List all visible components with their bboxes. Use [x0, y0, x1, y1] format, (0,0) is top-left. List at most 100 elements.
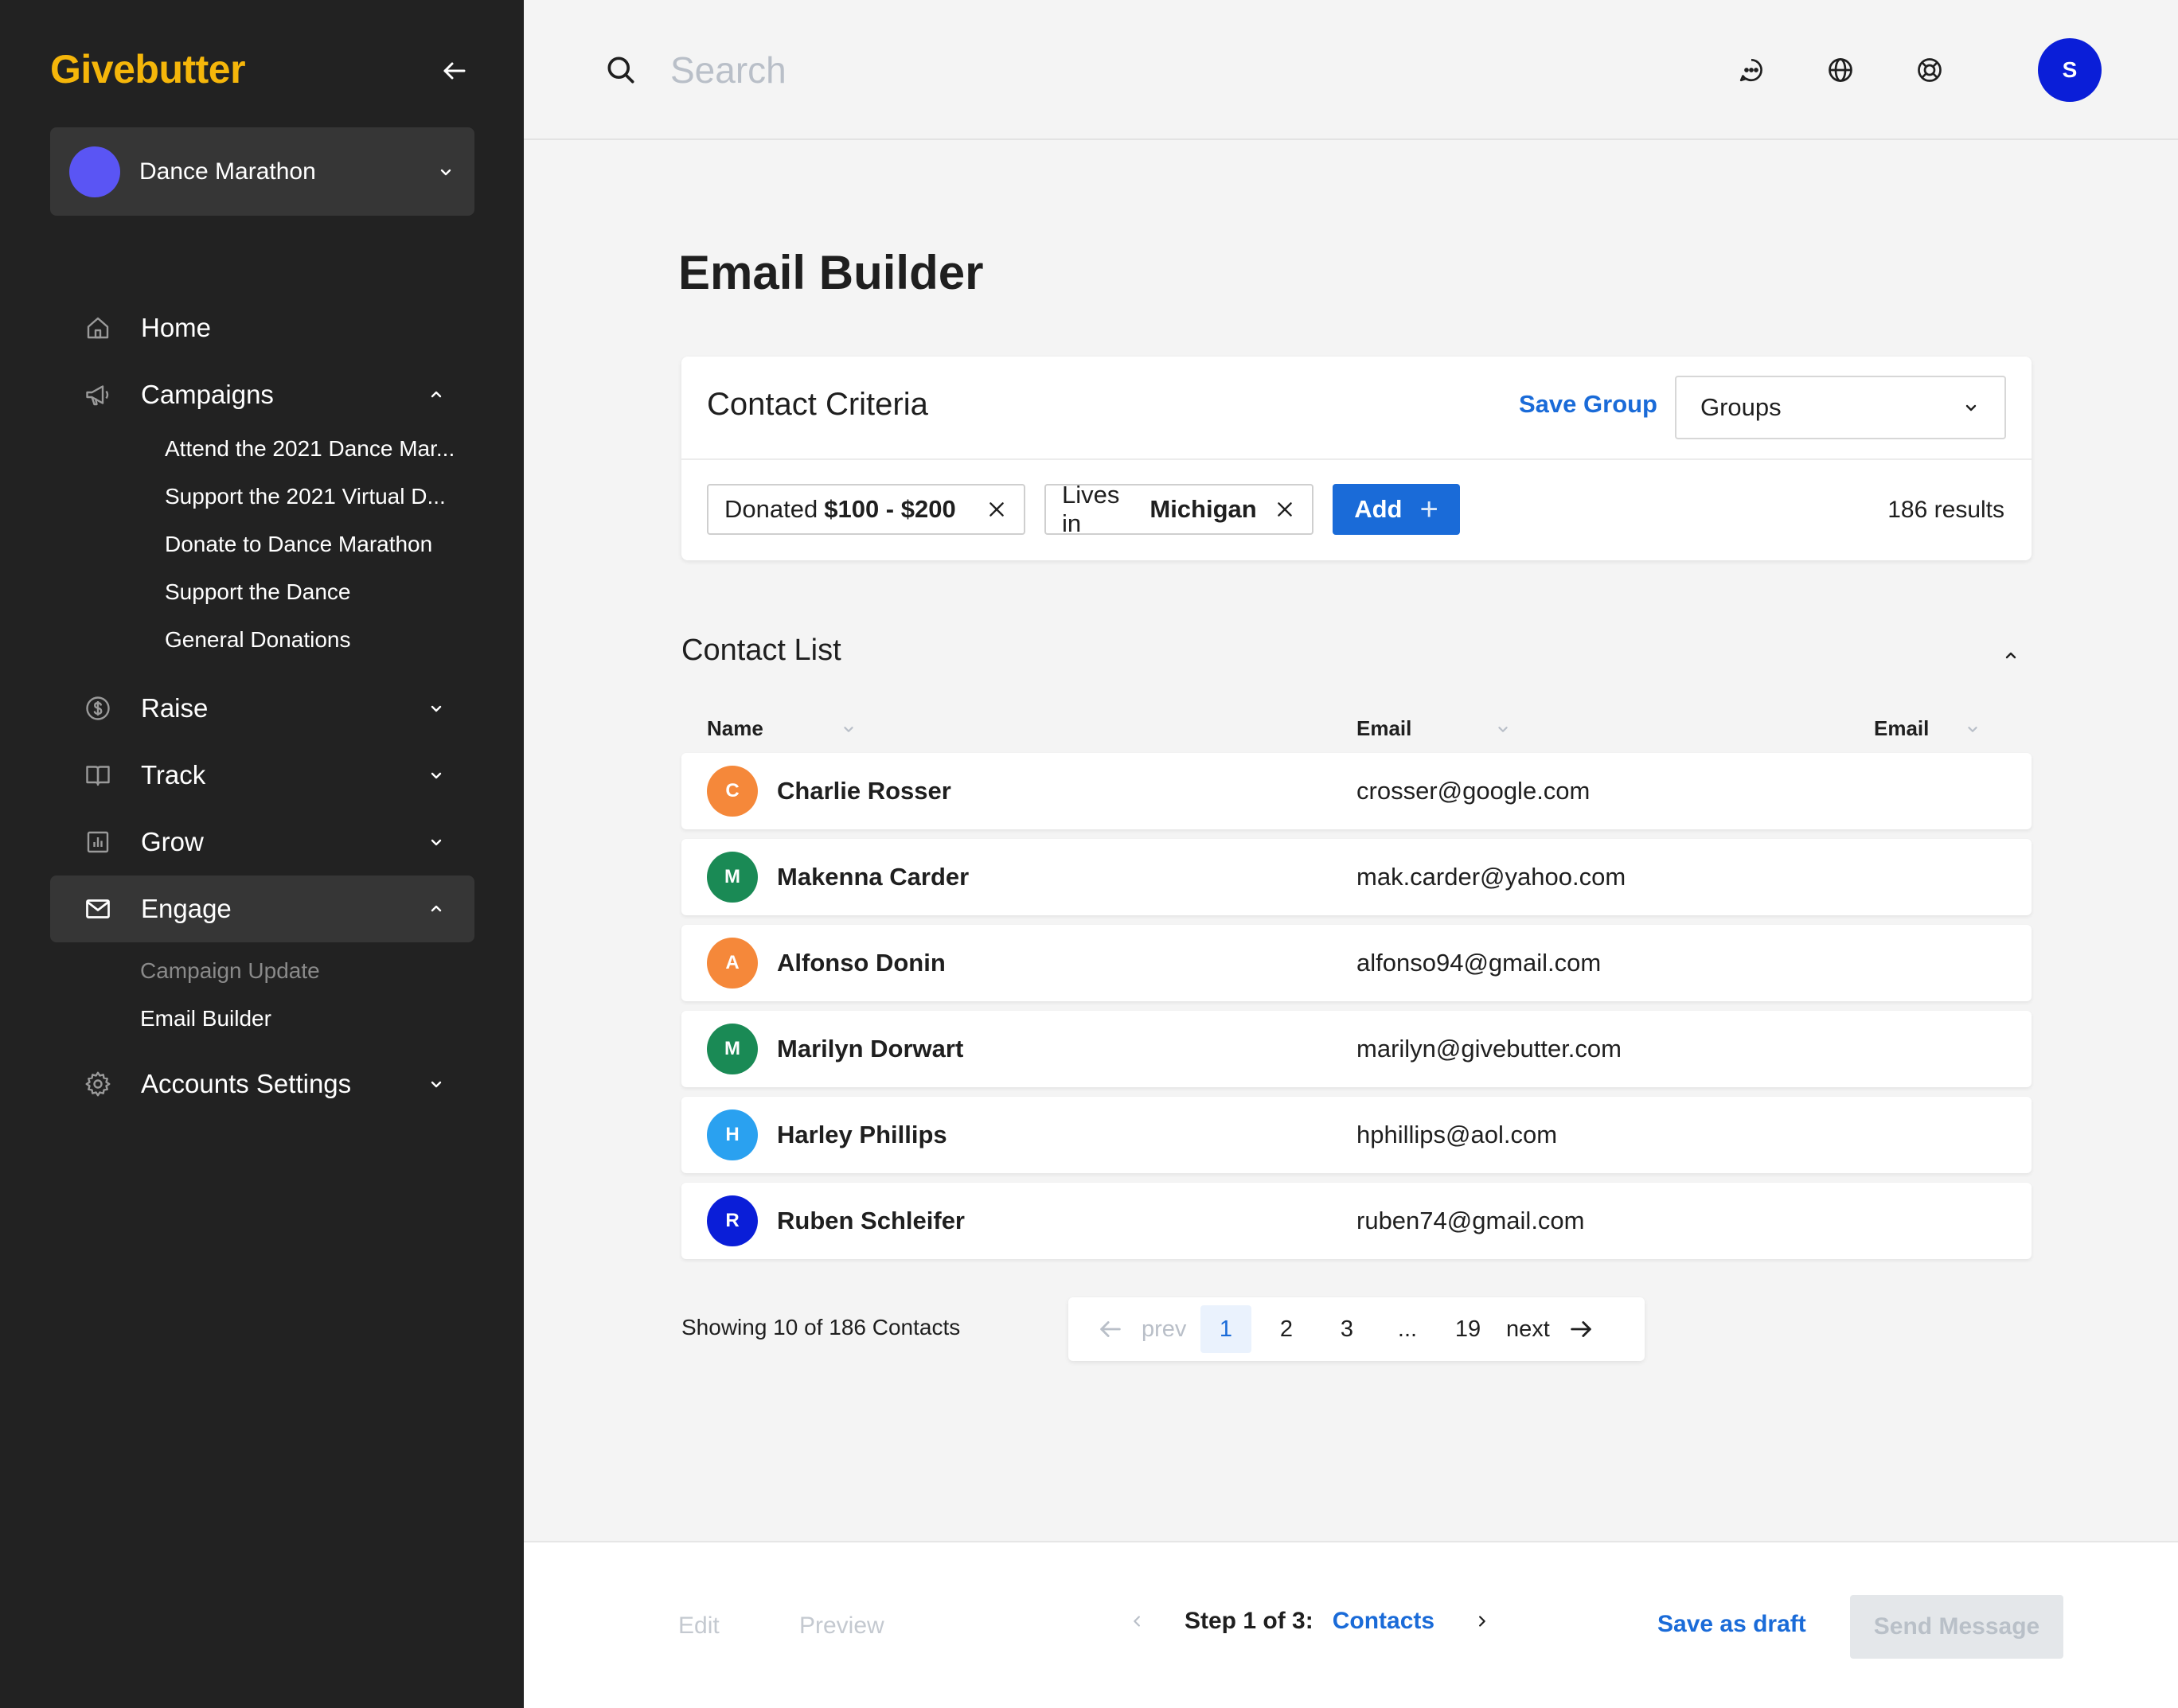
groups-select-value: Groups [1700, 393, 1782, 421]
save-as-draft-button[interactable]: Save as draft [1657, 1611, 1806, 1638]
column-header-name[interactable]: Name [707, 716, 857, 741]
contact-email: alfonso94@gmail.com [1356, 949, 1602, 977]
top-bar: S [524, 0, 2178, 140]
sidebar-item-label: Accounts Settings [141, 1069, 352, 1098]
organization-select[interactable]: Dance Marathon [50, 127, 474, 216]
contact-avatar: C [707, 766, 758, 817]
chevron-down-icon [431, 705, 442, 712]
arrow-left-icon [443, 62, 466, 80]
sidebar-item-track[interactable]: Track [50, 742, 474, 809]
help-icon[interactable] [1912, 53, 1947, 88]
contact-name: Harley Phillips [777, 1121, 947, 1148]
contact-email: mak.carder@yahoo.com [1356, 863, 1626, 891]
next-step-button[interactable] [1470, 1609, 1493, 1633]
plus-icon: + [1419, 491, 1438, 527]
results-count: 186 results [1887, 497, 2004, 523]
column-header-email-2[interactable]: Email [1874, 716, 1981, 741]
add-criteria-button[interactable]: Add + [1333, 484, 1460, 535]
page-3-button[interactable]: 3 [1321, 1305, 1372, 1353]
globe-icon[interactable] [1823, 53, 1858, 88]
page-19-button[interactable]: 19 [1442, 1305, 1493, 1353]
search-input[interactable] [670, 40, 1387, 100]
table-row[interactable]: C Charlie Rosser crosser@google.com [681, 753, 2032, 829]
groups-select[interactable]: Groups [1675, 376, 2006, 439]
chevron-left-icon [1134, 1616, 1140, 1627]
footer-bar: Edit Preview Step 1 of 3: Contacts Save … [524, 1541, 2178, 1708]
edit-link[interactable]: Edit [678, 1612, 720, 1640]
chevron-down-icon [440, 169, 451, 175]
sidebar-item-label: Engage [141, 894, 232, 923]
mail-icon [82, 893, 114, 925]
subnav-item-email-builder[interactable]: Email Builder [140, 995, 474, 1043]
criteria-chip-donated: Donated $100 - $200 [707, 484, 1025, 535]
contact-avatar: M [707, 852, 758, 903]
bar-chart-icon [82, 826, 114, 858]
chip-value: Michigan [1150, 495, 1257, 523]
contact-email: ruben74@gmail.com [1356, 1207, 1585, 1234]
sidebar-item-home[interactable]: Home [50, 294, 474, 361]
org-name: Dance Marathon [139, 158, 316, 185]
sidebar-item-engage[interactable]: Engage [50, 875, 474, 942]
table-row[interactable]: R Ruben Schleifer ruben74@gmail.com [681, 1183, 2032, 1259]
sidebar-item-label: Campaigns [141, 380, 274, 409]
campaign-item[interactable]: Support the Dance [165, 568, 474, 616]
contact-avatar: A [707, 938, 758, 989]
sidebar-item-raise[interactable]: Raise [50, 675, 474, 742]
campaign-item[interactable]: General Donations [165, 616, 474, 664]
remove-chip-button[interactable] [1274, 498, 1296, 521]
remove-chip-button[interactable] [986, 498, 1008, 521]
campaign-item[interactable]: Attend the 2021 Dance Mar... [165, 425, 474, 473]
sidebar-item-campaigns[interactable]: Campaigns [50, 361, 474, 428]
next-page-button[interactable]: next [1506, 1305, 1594, 1353]
collapse-sidebar-button[interactable] [436, 53, 473, 89]
contact-avatar: H [707, 1109, 758, 1160]
column-header-email[interactable]: Email [1356, 716, 1512, 741]
prev-step-button[interactable] [1126, 1609, 1150, 1633]
megaphone-icon [82, 379, 114, 411]
campaign-item[interactable]: Support the 2021 Virtual D... [165, 473, 474, 521]
table-row[interactable]: M Makenna Carder mak.carder@yahoo.com [681, 839, 2032, 915]
page-2-button[interactable]: 2 [1261, 1305, 1312, 1353]
chip-value: $100 - $200 [824, 495, 956, 523]
sidebar-item-grow[interactable]: Grow [50, 809, 474, 875]
contact-avatar: M [707, 1024, 758, 1074]
prev-page-button[interactable]: prev [1097, 1305, 1196, 1353]
preview-link[interactable]: Preview [799, 1612, 884, 1640]
send-message-button[interactable]: Send Message [1850, 1595, 2063, 1659]
step-current-label[interactable]: Contacts [1333, 1608, 1434, 1635]
user-avatar[interactable]: S [2038, 38, 2102, 102]
step-indicator: Step 1 of 3: [1185, 1608, 1313, 1634]
campaign-item[interactable]: Donate to Dance Marathon [165, 521, 474, 568]
contact-rows: C Charlie Rosser crosser@google.com M Ma… [681, 753, 2032, 1269]
add-label: Add [1354, 495, 1403, 523]
pagination: prev 1 2 3 ... 19 next [1068, 1297, 1645, 1361]
engage-subnav: Campaign Update Email Builder [50, 947, 474, 1043]
step-navigation: Step 1 of 3: Contacts [1126, 1608, 1493, 1635]
chevron-down-icon [431, 839, 442, 846]
table-row[interactable]: H Harley Phillips hphillips@aol.com [681, 1097, 2032, 1173]
subnav-item-campaign-update[interactable]: Campaign Update [140, 947, 474, 995]
close-icon [989, 502, 1004, 517]
contact-name: Alfonso Donin [777, 949, 946, 977]
chat-icon[interactable] [1734, 53, 1769, 88]
chevron-down-icon [431, 772, 442, 779]
save-group-link[interactable]: Save Group [1519, 390, 1657, 419]
sidebar-item-accounts-settings[interactable]: Accounts Settings [50, 1051, 474, 1117]
sidebar-item-label: Grow [141, 827, 204, 856]
chip-prefix: Lives in [1062, 481, 1120, 537]
chevron-up-icon [431, 391, 442, 398]
chevron-up-icon [2005, 652, 2016, 659]
sidebar-item-label: Track [141, 760, 206, 790]
page-ellipsis: ... [1397, 1316, 1418, 1342]
campaigns-subnav: Attend the 2021 Dance Mar... Support the… [50, 425, 474, 664]
sort-chevron-icon [1498, 726, 1509, 732]
table-row[interactable]: A Alfonso Donin alfonso94@gmail.com [681, 925, 2032, 1001]
page-1-button[interactable]: 1 [1200, 1305, 1251, 1353]
collapse-list-button[interactable] [1996, 641, 2025, 670]
contact-criteria-title: Contact Criteria [707, 387, 928, 422]
chevron-down-icon [1965, 404, 1977, 411]
sidebar: Givebutter Dance Marathon Home Campaigns… [0, 0, 524, 1708]
chevron-up-icon [431, 905, 442, 912]
table-row[interactable]: M Marilyn Dorwart marilyn@givebutter.com [681, 1011, 2032, 1087]
givebutter-logo[interactable]: Givebutter [50, 46, 246, 92]
